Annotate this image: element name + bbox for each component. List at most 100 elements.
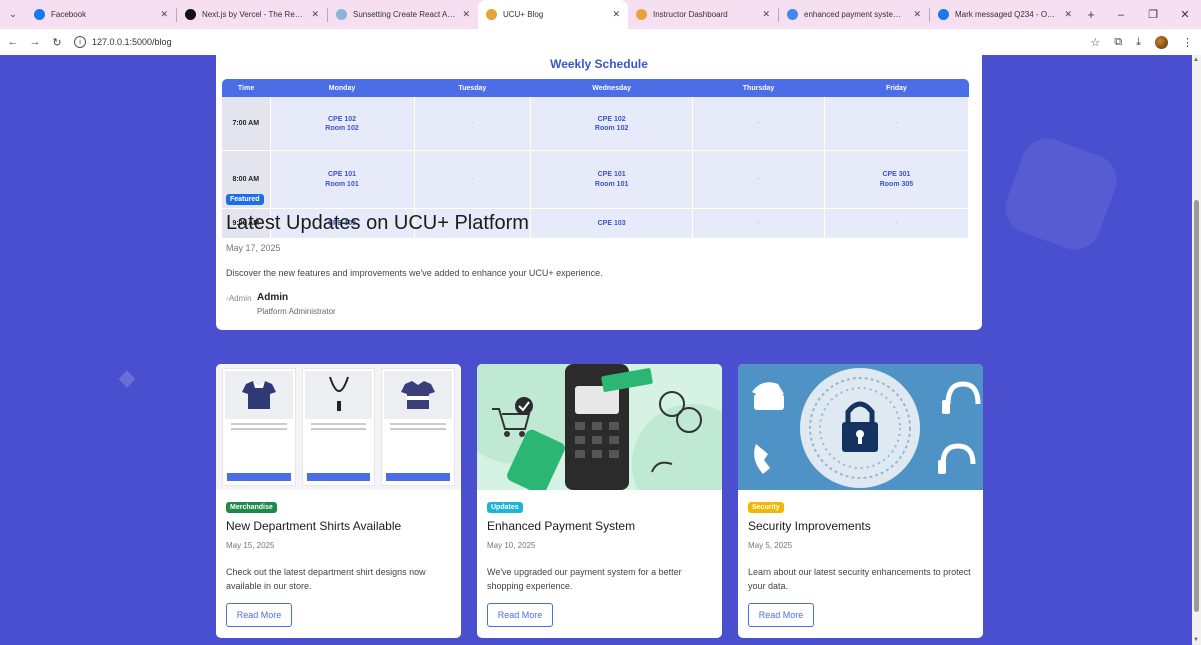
extensions-icon[interactable]: ⧉ — [1114, 36, 1122, 49]
scroll-down-icon[interactable]: ▼ — [1193, 637, 1199, 643]
tab-favicon-icon — [486, 9, 497, 20]
read-more-button[interactable]: Read More — [226, 603, 292, 627]
schedule-class-cell: CPE 102 Room 102 — [530, 97, 694, 152]
schedule-class-cell: CPE 101 Room 101 — [270, 150, 415, 209]
featured-date: May 17, 2025 — [226, 243, 281, 253]
tab-close-icon[interactable]: ✕ — [762, 9, 770, 20]
download-icon[interactable]: ⤓ — [1136, 36, 1141, 49]
lanyard-product-thumb — [301, 368, 376, 486]
tab-title: Next.js by Vercel - The React Fra — [202, 10, 306, 19]
forward-icon[interactable]: → — [26, 36, 44, 48]
avatar-alt-text: Admin — [228, 294, 252, 303]
browser-tab[interactable]: enhanced payment system pic ✕ — [779, 0, 929, 29]
post-card: Security Security Improvements May 5, 20… — [738, 364, 983, 638]
browser-tab-bar: ⌄ Facebook ✕ Next.js by Vercel - The React… — [0, 0, 1201, 29]
post-date: May 15, 2025 — [226, 541, 275, 550]
background-decoration — [998, 131, 1124, 257]
bookmark-star-icon[interactable]: ☆ — [1090, 36, 1100, 49]
tab-favicon-icon — [636, 9, 647, 20]
tab-favicon-icon — [185, 9, 196, 20]
schedule-header-cell: Monday — [270, 79, 415, 97]
browser-toolbar: ← → ↻ i 127.0.0.1:5000/blog ☆ ⧉ ⤓ ⋮ — [0, 29, 1201, 55]
post-description: Check out the latest department shirt de… — [226, 567, 426, 592]
post-image-security — [738, 364, 983, 490]
browser-tab[interactable]: UCU+ Blog ✕ — [478, 0, 628, 29]
post-description: We've upgraded our payment system for a … — [487, 567, 682, 592]
schedule-class-cell: - — [414, 97, 532, 152]
tab-close-icon[interactable]: ✕ — [160, 9, 168, 20]
schedule-header-cell: Time — [222, 79, 270, 97]
site-info-icon[interactable]: i — [74, 36, 86, 48]
scrollbar-thumb[interactable] — [1194, 200, 1199, 612]
post-description: Learn about our latest security enhancem… — [748, 567, 971, 592]
read-more-button[interactable]: Read More — [487, 603, 553, 627]
browser-menu-icon[interactable]: ⋮ — [1182, 36, 1193, 49]
read-more-button[interactable]: Read More — [748, 603, 814, 627]
new-tab-icon[interactable]: + — [1080, 7, 1102, 22]
restore-icon[interactable]: ❐ — [1137, 8, 1169, 21]
post-badge: Updates — [487, 502, 523, 513]
page-scrollbar[interactable]: ▲ ▼ — [1192, 55, 1201, 645]
schedule-class-cell: - — [692, 150, 825, 209]
post-image-shirts — [216, 364, 461, 490]
tab-close-icon[interactable]: ✕ — [913, 9, 921, 20]
author-name: Admin — [257, 292, 289, 303]
tab-title: Sunsetting Create React App – React — [353, 10, 457, 19]
post-card: Merchandise New Department Shirts Availa… — [216, 364, 461, 638]
tab-close-icon[interactable]: ✕ — [612, 9, 620, 20]
close-window-icon[interactable]: ✕ — [1169, 8, 1201, 21]
tab-favicon-icon — [34, 9, 45, 20]
featured-title[interactable]: Latest Updates on UCU+ Platform — [226, 212, 529, 235]
schedule-row: 8:00 AM CPE 101 Room 101- CPE 101 Room 101… — [222, 150, 970, 209]
post-title[interactable]: New Department Shirts Available — [226, 519, 401, 533]
post-card: Updates Enhanced Payment System May 10, … — [477, 364, 722, 638]
toolbar-actions: ☆ ⧉ ⤓ ⋮ — [1090, 29, 1193, 55]
tab-close-icon[interactable]: ✕ — [311, 9, 319, 20]
schedule-row: 7:00 AM CPE 102 Room 102- CPE 102 Room 102… — [222, 97, 970, 152]
address-bar[interactable]: i 127.0.0.1:5000/blog — [74, 32, 172, 52]
schedule-header-cell: Thursday — [692, 79, 825, 97]
scroll-up-icon[interactable]: ▲ — [1193, 57, 1199, 63]
tab-close-icon[interactable]: ✕ — [462, 9, 470, 20]
url-text: 127.0.0.1:5000/blog — [92, 37, 172, 47]
reload-icon[interactable]: ↻ — [48, 36, 66, 49]
browser-tab[interactable]: Sunsetting Create React App – React ✕ — [328, 0, 478, 29]
browser-tab[interactable]: Next.js by Vercel - The React Fra ✕ — [177, 0, 327, 29]
schedule-class-cell: CPE 101 Room 101 — [530, 150, 694, 209]
schedule-class-cell: - — [692, 97, 825, 152]
schedule-time-cell: 7:00 AM — [222, 97, 271, 152]
tab-title: Instructor Dashboard — [653, 10, 728, 19]
author-role: Platform Administrator — [257, 307, 336, 316]
schedule-class-cell: CPE 103 — [530, 208, 694, 240]
profile-avatar[interactable] — [1155, 35, 1168, 49]
schedule-class-cell: - — [824, 208, 970, 240]
back-icon[interactable]: ← — [4, 36, 22, 48]
schedule-header-cell: Friday — [824, 79, 969, 97]
tab-favicon-icon — [787, 9, 798, 20]
post-badge: Merchandise — [226, 502, 277, 513]
post-date: May 10, 2025 — [487, 541, 536, 550]
post-title[interactable]: Security Improvements — [748, 519, 871, 533]
tab-title: enhanced payment system pic — [804, 10, 908, 19]
schedule-class-cell: CPE 301 Room 305 — [824, 150, 970, 209]
browser-tab[interactable]: Instructor Dashboard ✕ — [628, 0, 778, 29]
schedule-header-cell: Tuesday — [414, 79, 531, 97]
featured-badge: Featured — [226, 194, 264, 205]
background-decoration — [118, 370, 136, 388]
tab-title: UCU+ Blog — [503, 10, 544, 19]
shirt-product-thumb — [222, 368, 296, 486]
browser-tab[interactable]: Facebook ✕ — [26, 0, 176, 29]
author-avatar: ▫Admin — [226, 294, 252, 303]
tab-title: Mark messaged Q234 - OPERA — [955, 10, 1059, 19]
browser-tab[interactable]: Mark messaged Q234 - OPERA ✕ — [930, 0, 1080, 29]
tab-close-icon[interactable]: ✕ — [1064, 9, 1072, 20]
tab-title: Facebook — [51, 10, 87, 19]
schedule-header-cell: Wednesday — [530, 79, 693, 97]
schedule-class-cell: CPE 102 Room 102 — [270, 97, 415, 152]
tab-search-icon[interactable]: ⌄ — [0, 0, 26, 29]
tab-favicon-icon — [938, 9, 949, 20]
window-controls: – ❐ ✕ — [1105, 0, 1201, 29]
post-title[interactable]: Enhanced Payment System — [487, 519, 635, 533]
post-image-payment — [477, 364, 722, 490]
minimize-icon[interactable]: – — [1105, 9, 1137, 21]
